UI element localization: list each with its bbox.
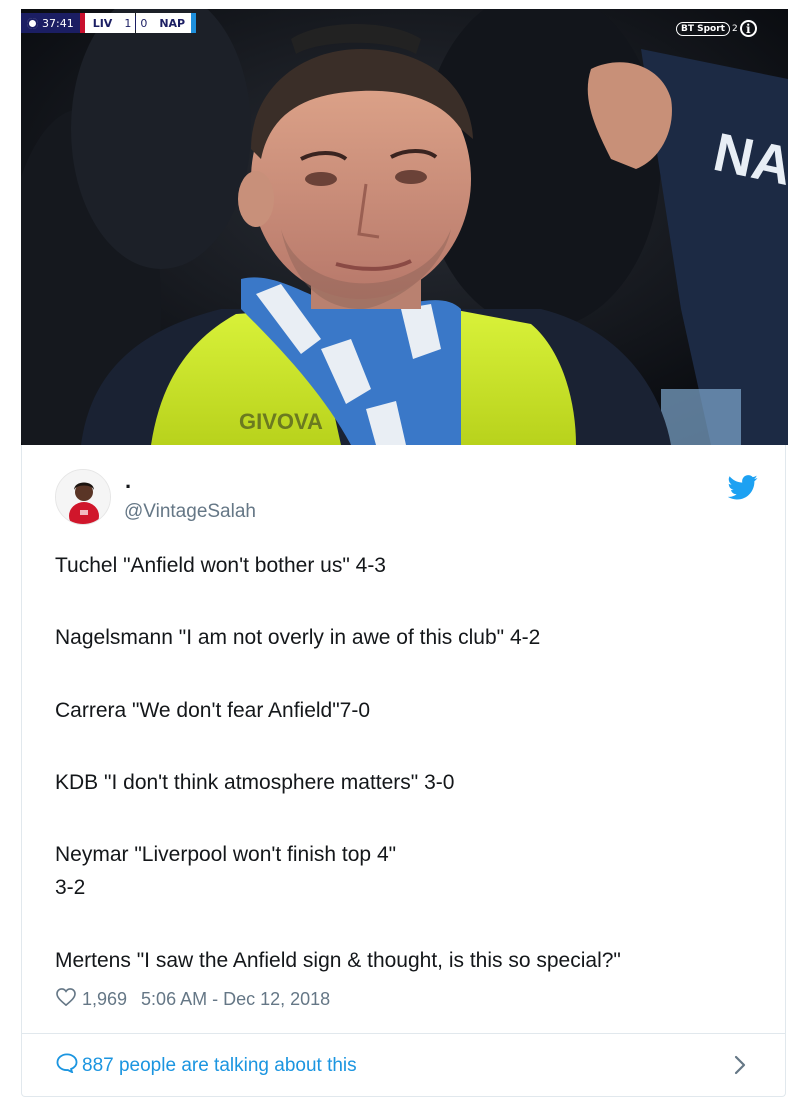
tweet-timestamp[interactable]: 5:06 AM - Dec 12, 2018: [141, 989, 330, 1010]
like-count[interactable]: 1,969: [82, 989, 127, 1010]
conversation-link[interactable]: 887 people are talking about this: [56, 1053, 357, 1079]
user-handle[interactable]: @VintageSalah: [124, 501, 256, 523]
card-divider: [22, 1033, 785, 1034]
vest-brand: GIVOVA: [239, 409, 323, 434]
tweet-text-line: Tuchel "Anfield won't bother us" 4-3: [55, 554, 386, 577]
score-bug: 37:41 LIV 1 0 NAP: [21, 13, 197, 33]
channel-number: 2: [731, 23, 738, 34]
away-team-color: [191, 13, 197, 33]
match-clock: 37:41: [21, 13, 80, 33]
away-score: 0: [136, 13, 152, 33]
info-icon: i: [739, 20, 757, 37]
bt-sport-logo: BT Sport: [676, 21, 730, 36]
tweet-text-line: Neymar "Liverpool won't finish top 4": [55, 843, 397, 866]
speech-bubble-icon: [56, 1053, 78, 1079]
tweet-photo[interactable]: NAP GIVOVA: [21, 9, 788, 445]
talking-count-label: 887 people are talking about this: [82, 1055, 357, 1076]
tweet-card[interactable]: . @VintageSalah Tuchel "Anfield won't bo…: [21, 445, 786, 1097]
avatar-image: [56, 470, 110, 524]
ball-icon: [27, 17, 38, 29]
avatar[interactable]: [55, 469, 111, 525]
twitter-bird-icon[interactable]: [727, 475, 758, 505]
crying-fan-photo: NAP GIVOVA: [21, 9, 788, 445]
home-score: 1: [120, 13, 136, 33]
heart-icon[interactable]: [56, 988, 76, 1011]
chevron-right-icon[interactable]: [733, 1054, 747, 1081]
tweet-meta: 1,969 5:06 AM - Dec 12, 2018: [56, 988, 330, 1011]
tweet-text-line: KDB "I don't think atmosphere matters" 3…: [55, 771, 455, 794]
home-team: LIV: [84, 13, 121, 33]
broadcaster-badge: BT Sport 2 i: [676, 20, 757, 37]
tweet-text-line: 3-2: [55, 876, 86, 899]
display-name[interactable]: .: [125, 470, 131, 492]
away-team: NAP: [151, 13, 192, 33]
tweet-text-line: Mertens "I saw the Anfield sign & though…: [55, 949, 621, 972]
tweet-text-line: Carrera "We don't fear Anfield"7-0: [55, 699, 371, 722]
tweet-text-line: Nagelsmann "I am not overly in awe of th…: [55, 626, 541, 649]
